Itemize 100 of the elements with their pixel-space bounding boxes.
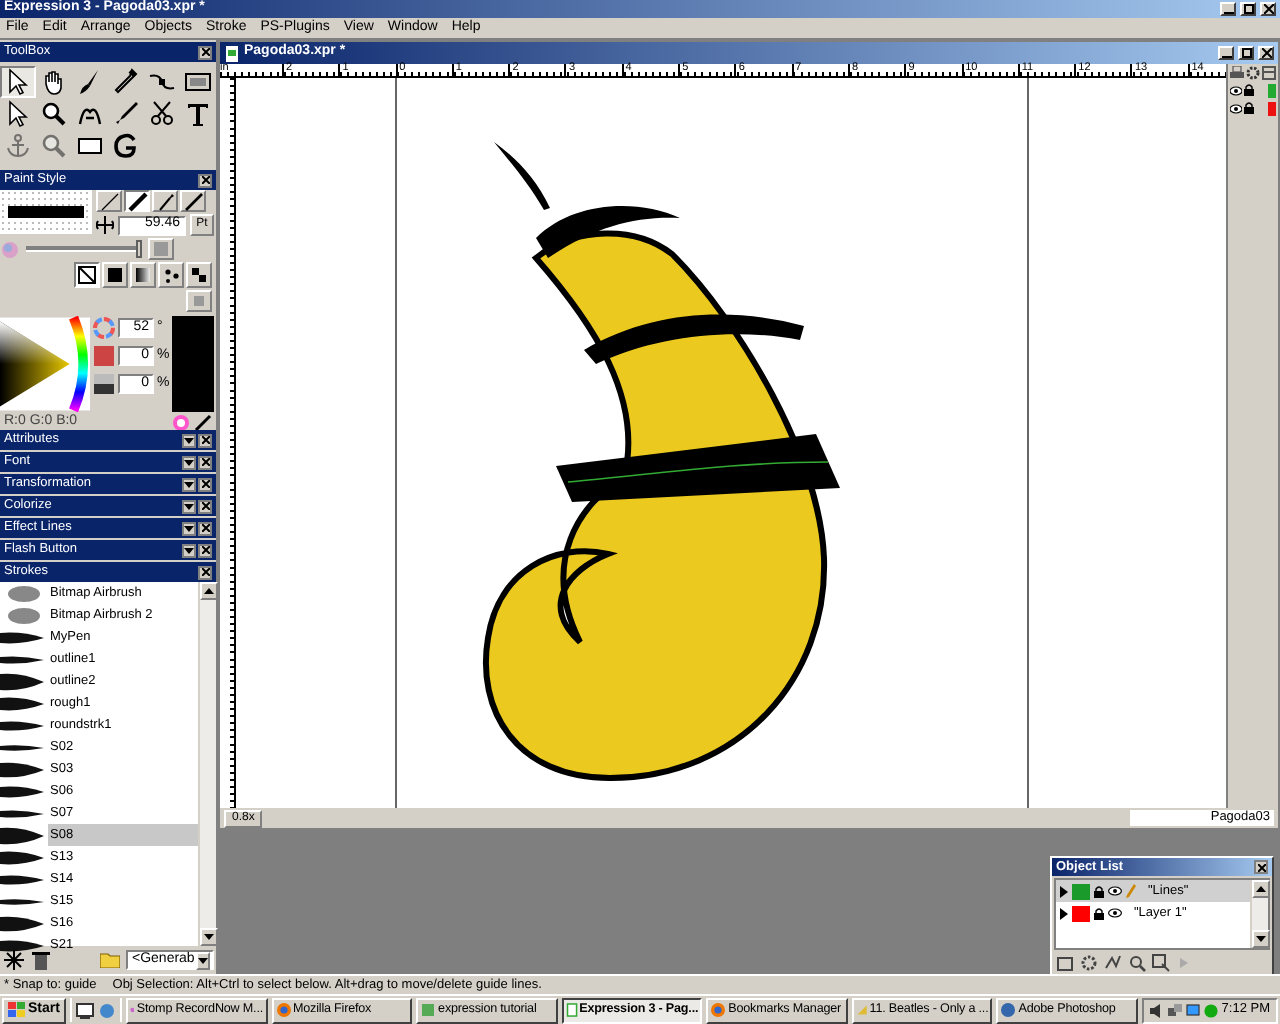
fill-mode-button[interactable] xyxy=(74,262,100,288)
slider-thumb[interactable] xyxy=(136,240,142,258)
new-layer-icon xyxy=(1056,954,1074,972)
fill-option-button[interactable] xyxy=(186,290,212,312)
stroke-sample-icon xyxy=(0,759,44,779)
close-button[interactable] xyxy=(198,433,212,447)
expand-button[interactable] xyxy=(182,455,196,469)
solid-fill-icon xyxy=(106,266,124,284)
scroll-up-button[interactable] xyxy=(200,582,218,600)
magnifier-icon xyxy=(1128,954,1146,972)
app-icon xyxy=(855,1002,868,1018)
maximize-button[interactable] xyxy=(1238,46,1254,60)
close-button[interactable] xyxy=(198,521,212,535)
down-arrow-icon xyxy=(204,934,214,940)
lock-icon xyxy=(1094,907,1104,919)
close-button[interactable] xyxy=(198,543,212,557)
layers-icon[interactable] xyxy=(1262,66,1276,80)
close-icon xyxy=(201,546,209,554)
maximize-icon xyxy=(1241,48,1251,58)
gradient-icon xyxy=(0,239,20,259)
app-icon xyxy=(420,1002,437,1018)
desktop-icon[interactable] xyxy=(75,1001,94,1019)
close-button[interactable] xyxy=(1258,46,1274,60)
text-icon xyxy=(184,100,212,128)
object-tool-button[interactable] xyxy=(1150,952,1172,974)
close-button[interactable] xyxy=(198,499,212,513)
magnifier-icon xyxy=(40,132,68,160)
app-icon xyxy=(710,1002,727,1018)
close-button[interactable] xyxy=(198,565,212,579)
close-icon xyxy=(201,48,209,56)
pencil-icon xyxy=(1126,884,1136,898)
object-tool-button[interactable] xyxy=(1126,952,1148,974)
saturation-icon xyxy=(92,344,117,368)
maximize-button[interactable] xyxy=(1240,2,1256,16)
lock-icon xyxy=(1094,885,1104,897)
caret-icon xyxy=(184,459,194,465)
close-button[interactable] xyxy=(1254,860,1268,874)
expand-button[interactable] xyxy=(182,477,196,491)
caret-icon xyxy=(184,437,194,443)
tool-button[interactable] xyxy=(0,66,36,98)
new-stroke-button[interactable] xyxy=(2,948,26,972)
thick-line-icon xyxy=(127,191,147,211)
stroke-sample-icon xyxy=(0,935,44,955)
close-icon xyxy=(201,524,209,532)
lock-icon xyxy=(1244,102,1254,114)
close-icon xyxy=(1263,4,1273,14)
trash-icon xyxy=(32,950,50,970)
minimize-button[interactable] xyxy=(1218,46,1234,60)
windows-logo-icon xyxy=(8,1002,26,1018)
object-tool-button[interactable] xyxy=(1078,952,1100,974)
close-button[interactable] xyxy=(198,455,212,469)
close-icon xyxy=(1257,863,1265,871)
scroll-up-button[interactable] xyxy=(1252,880,1270,898)
up-arrow-icon xyxy=(204,588,214,594)
dropper-icon xyxy=(112,68,140,96)
close-icon xyxy=(1261,48,1271,58)
color-wheel-icon[interactable] xyxy=(172,414,190,432)
expand-button[interactable] xyxy=(182,499,196,513)
delete-stroke-button[interactable] xyxy=(30,948,52,972)
spiral-icon xyxy=(112,132,140,160)
magnifier-icon xyxy=(40,100,68,128)
current-color-swatch xyxy=(171,316,214,412)
hue-wheel-icon xyxy=(92,316,117,340)
close-button[interactable] xyxy=(1260,2,1276,16)
speaker-icon[interactable] xyxy=(1149,1003,1164,1017)
scroll-down-button[interactable] xyxy=(1252,930,1270,948)
stroke-preview xyxy=(0,190,92,234)
expand-button[interactable] xyxy=(182,433,196,447)
lock-icon xyxy=(1244,84,1254,96)
object-tool-button[interactable] xyxy=(1054,952,1076,974)
up-arrow-icon xyxy=(1256,886,1266,892)
monitor-icon[interactable] xyxy=(1185,1003,1200,1017)
caret-icon xyxy=(184,503,194,509)
close-button[interactable] xyxy=(198,45,212,59)
object-tool-button[interactable] xyxy=(1102,952,1124,974)
stroke-sample-icon xyxy=(0,693,44,713)
apply-button[interactable] xyxy=(148,238,174,260)
pen-icon xyxy=(112,100,140,128)
stroke-sample-icon xyxy=(0,627,44,647)
expand-button[interactable] xyxy=(182,543,196,557)
thin-line-icon xyxy=(99,191,119,211)
status-dot-icon[interactable] xyxy=(1203,1003,1218,1017)
scroll-down-button[interactable] xyxy=(200,928,218,946)
close-button[interactable] xyxy=(198,173,212,187)
expand-button[interactable] xyxy=(182,521,196,535)
square-icon xyxy=(194,296,204,306)
network-icon[interactable] xyxy=(1167,1003,1182,1017)
app-icon xyxy=(275,1002,291,1018)
printer-icon[interactable] xyxy=(1230,66,1244,80)
minimize-button[interactable] xyxy=(1220,2,1236,16)
close-icon xyxy=(201,480,209,488)
folder-icon xyxy=(100,952,120,968)
scissors-icon xyxy=(148,100,176,128)
stroke-mode-button[interactable] xyxy=(124,190,150,212)
dropper-icon[interactable] xyxy=(194,414,212,432)
gear-icon[interactable] xyxy=(1246,66,1260,80)
close-button[interactable] xyxy=(198,477,212,491)
arrow-icon xyxy=(4,68,32,96)
stroke-sample-icon xyxy=(0,781,44,801)
caret-icon xyxy=(198,957,209,963)
